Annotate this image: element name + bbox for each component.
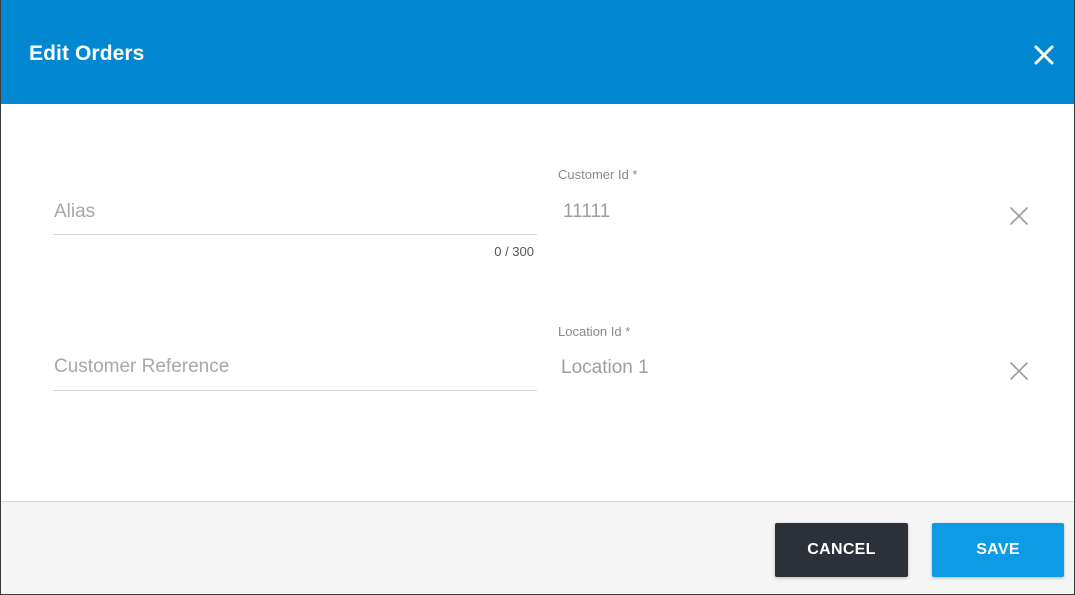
customer-id-value: 11111	[563, 201, 611, 222]
dialog-footer: CANCEL SAVE	[1, 501, 1074, 594]
alias-underline	[53, 234, 537, 235]
location-id-label: Location Id *	[558, 324, 631, 339]
close-icon[interactable]	[1032, 43, 1056, 67]
customer-reference-underline	[53, 390, 537, 391]
customer-reference-field[interactable]: Customer Reference	[53, 354, 537, 394]
save-button[interactable]: SAVE	[932, 523, 1064, 577]
location-id-field[interactable]: Location Id * Location 1	[553, 324, 973, 394]
dialog-body: Alias 0 / 300 Customer Reference Custome…	[1, 104, 1074, 501]
location-id-value: Location 1	[561, 357, 649, 378]
customer-id-label: Customer Id *	[558, 167, 638, 182]
customer-id-field[interactable]: Customer Id * 11111	[553, 167, 973, 237]
dialog-header: Edit Orders	[1, 0, 1074, 104]
alias-character-counter: 0 / 300	[494, 244, 534, 259]
customer-reference-placeholder: Customer Reference	[54, 356, 230, 377]
edit-orders-dialog: Edit Orders Alias 0 / 300 Customer Refer…	[0, 0, 1075, 595]
customer-id-clear-icon[interactable]	[1008, 205, 1030, 227]
dialog-title: Edit Orders	[29, 42, 145, 65]
cancel-button[interactable]: CANCEL	[775, 523, 908, 577]
alias-placeholder: Alias	[54, 201, 96, 222]
alias-field[interactable]: Alias 0 / 300	[53, 196, 537, 266]
location-id-clear-icon[interactable]	[1008, 360, 1030, 382]
